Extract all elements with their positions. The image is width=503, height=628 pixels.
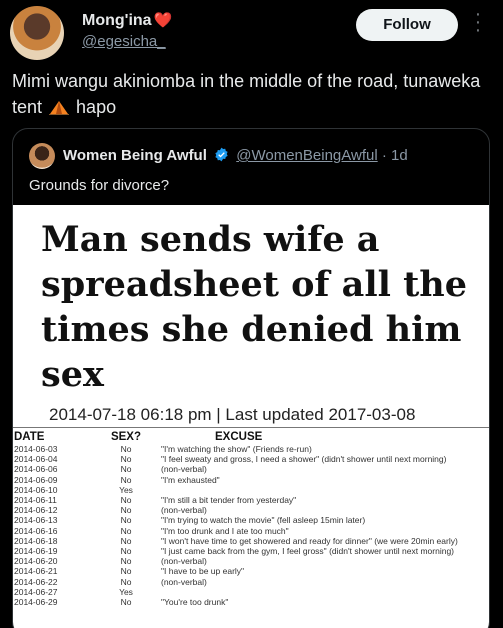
table-row: 2014-06-09 No "I'm exhausted" [13, 475, 458, 485]
author-handle[interactable]: @egesicha_ [82, 33, 166, 50]
sex-cell: No [120, 556, 132, 567]
sex-cell: No [120, 505, 132, 516]
column-header-sex: SEX? [110, 431, 142, 443]
sex-cell: Yes [119, 586, 133, 597]
verified-badge-icon [215, 147, 228, 162]
date-cell: 2014-06-03 [14, 444, 58, 454]
tweet-text: Mimi wangu akiniomba in the middle of th… [12, 68, 492, 120]
date-cell: 2014-06-16 [14, 525, 58, 536]
excuse-cell: "I feel sweaty and gross, I need a showe… [161, 454, 447, 465]
excuse-cell [155, 485, 458, 495]
table-row: 2014-06-19 No "I just came back from the g… [13, 546, 458, 556]
date-cell: 2014-06-10 [14, 484, 58, 495]
table-header-row: DATE SEX? EXCUSE [13, 431, 458, 444]
excuse-cell: "You're too drunk" [161, 597, 229, 608]
table-row: 2014-06-03 No "I'm watching the show" (Fri… [13, 444, 458, 454]
table-row: 2014-06-16 No "I'm too drunk and I ate too… [13, 526, 458, 536]
sex-cell: No [120, 566, 132, 577]
table-row: 2014-06-11 No "I'm still a bit tender from… [13, 495, 458, 505]
quoted-handle[interactable]: @WomenBeingAwful [236, 147, 377, 164]
date-cell: 2014-06-13 [14, 515, 58, 526]
author-name[interactable]: Mong'ina ❤️ [82, 11, 172, 30]
excuse-cell: "I'm too drunk and I ate too much" [161, 525, 289, 536]
excuse-cell: "I won't have time to get showered and r… [161, 535, 458, 546]
quoted-time[interactable]: · 1d [382, 147, 408, 164]
date-cell: 2014-06-12 [14, 505, 58, 516]
sex-cell: No [120, 444, 132, 454]
excuse-cell: (non-verbal) [161, 576, 207, 587]
more-options-icon[interactable]: · · · [470, 4, 486, 40]
sex-cell: No [120, 495, 132, 506]
tweet-text-part2: hapo [71, 97, 117, 117]
quoted-tweet[interactable]: Women Being Awful @WomenBeingAwful · 1d … [12, 128, 490, 628]
excuse-cell [155, 587, 458, 597]
date-cell: 2014-06-22 [14, 576, 58, 587]
quoted-text: Grounds for divorce? [29, 177, 170, 194]
follow-button[interactable]: Follow [356, 9, 458, 41]
excuse-cell: "I'm exhausted" [161, 474, 220, 485]
quoted-author-name[interactable]: Women Being Awful [63, 147, 207, 164]
sex-cell: No [120, 597, 132, 608]
table-row: 2014-06-06 No (non-verbal) [13, 464, 458, 474]
date-cell: 2014-06-11 [14, 495, 57, 506]
heart-emoji: ❤️ [153, 12, 173, 29]
sex-cell: No [120, 576, 132, 587]
table-row: 2014-06-22 No (non-verbal) [13, 577, 458, 587]
column-header-date: DATE [14, 431, 45, 443]
sex-cell: No [120, 464, 132, 475]
sex-cell: No [120, 515, 132, 526]
table-row: 2014-06-29 No "You're too drunk" [13, 597, 458, 607]
date-cell: 2014-06-20 [14, 556, 58, 567]
image-headline: Man sends wife a spreadsheet of all the … [41, 219, 467, 395]
date-cell: 2014-06-29 [14, 597, 58, 608]
quoted-avatar[interactable] [29, 143, 55, 169]
column-header-excuse: EXCUSE [215, 431, 263, 443]
excuse-cell: "I'm still a bit tender from yesterday" [161, 495, 297, 506]
excuse-cell: (non-verbal) [161, 556, 207, 567]
sex-cell: No [120, 454, 132, 465]
date-cell: 2014-06-09 [14, 474, 58, 485]
quoted-image[interactable]: Man sends wife a spreadsheet of all the … [13, 205, 489, 628]
date-cell: 2014-06-06 [14, 464, 58, 475]
table-row: 2014-06-13 No "I'm trying to watch the mov… [13, 515, 458, 525]
author-avatar[interactable] [10, 6, 64, 60]
date-cell: 2014-06-27 [14, 586, 58, 597]
table-row: 2014-06-12 No (non-verbal) [13, 505, 458, 515]
excuse-table: DATE SEX? EXCUSE 2014-06-03 No "I'm watchi… [13, 431, 458, 607]
date-cell: 2014-06-04 [14, 454, 58, 465]
sex-cell: Yes [119, 484, 133, 495]
excuse-cell: "I'm watching the show" (Friends re-run) [161, 444, 312, 454]
table-row: 2014-06-20 No (non-verbal) [13, 556, 458, 566]
sex-cell: No [120, 535, 132, 546]
excuse-cell: "I just came back from the gym, I feel g… [161, 546, 454, 557]
excuse-cell: "I have to be up early" [161, 566, 245, 577]
date-cell: 2014-06-21 [14, 566, 58, 577]
date-cell: 2014-06-18 [14, 535, 58, 546]
divider [13, 427, 489, 428]
table-row: 2014-06-10 Yes [13, 485, 458, 495]
excuse-cell: (non-verbal) [161, 464, 207, 475]
author-name-text[interactable]: Mong'ina [82, 12, 152, 29]
table-row: 2014-06-27 Yes [13, 587, 458, 597]
excuse-cell: (non-verbal) [161, 505, 207, 516]
table-row: 2014-06-04 No "I feel sweaty and gross, I … [13, 454, 458, 464]
image-dateline: 2014-07-18 06:18 pm | Last updated 2017-… [49, 405, 416, 424]
table-row: 2014-06-21 No "I have to be up early" [13, 566, 458, 576]
sex-cell: No [120, 525, 132, 536]
date-cell: 2014-06-19 [14, 546, 58, 557]
table-row: 2014-06-18 No "I won't have time to get sh… [13, 536, 458, 546]
excuse-cell: "I'm trying to watch the movie" (fell as… [161, 515, 366, 526]
quoted-header: Women Being Awful @WomenBeingAwful · 1d [63, 147, 408, 164]
sex-cell: No [120, 474, 132, 485]
tent-icon [49, 101, 70, 115]
sex-cell: No [120, 546, 132, 557]
